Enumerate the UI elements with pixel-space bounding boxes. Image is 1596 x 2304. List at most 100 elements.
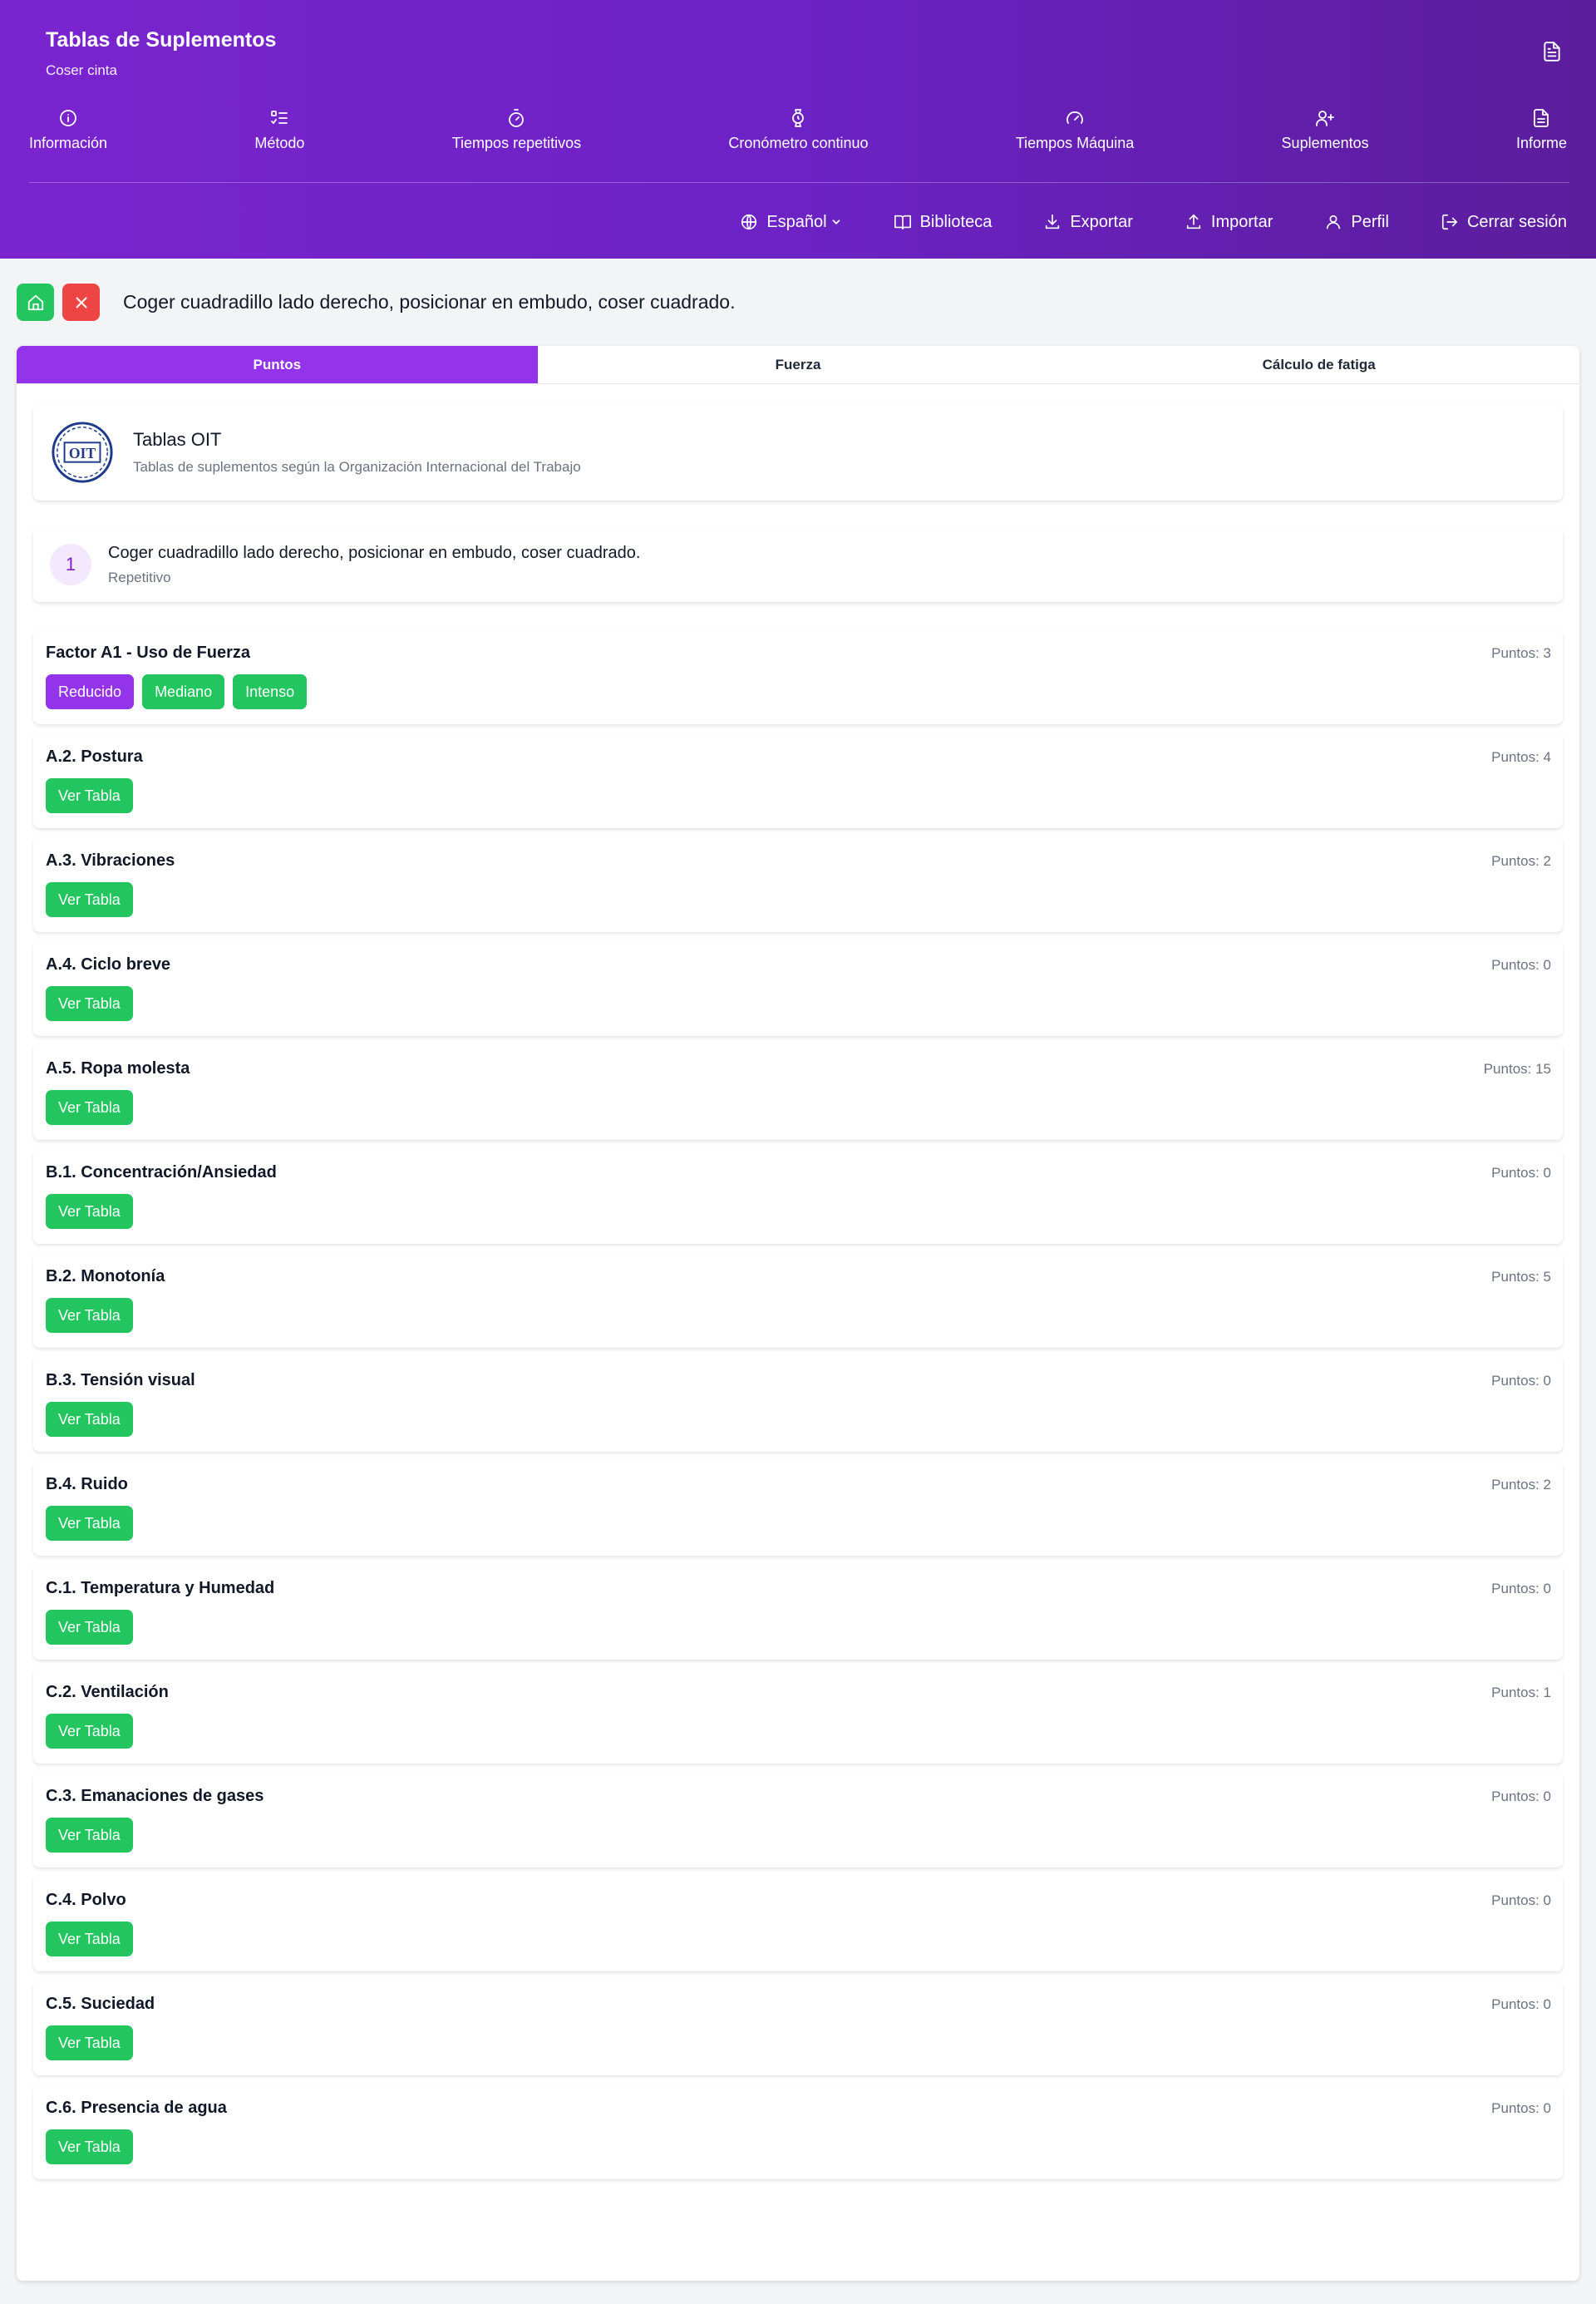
force-options: Reducido Mediano Intenso [46, 674, 1563, 709]
factor-name: C.6. Presencia de agua [46, 2099, 227, 2117]
oit-card: OIT Tablas OIT Tablas de suplementos seg… [33, 404, 1563, 501]
option-reducido-button[interactable]: Reducido [46, 674, 135, 709]
header-divider [29, 182, 1569, 183]
factor-points: Puntos: 0 [1491, 1165, 1551, 1181]
import-label: Importar [1210, 212, 1273, 231]
close-button[interactable] [62, 284, 100, 321]
export-button[interactable]: Exportar [1043, 213, 1133, 232]
nav-suplementos[interactable]: Suplementos [1282, 108, 1369, 158]
nav-label: Suplementos [1281, 135, 1369, 151]
factor-card-a4: A.4. Ciclo breve Puntos: 0 Ver Tabla [33, 940, 1563, 1036]
gauge-icon [1066, 111, 1083, 124]
nav-tiempos-repetitivos[interactable]: Tiempos repetitivos [452, 108, 581, 158]
timer-icon [509, 109, 525, 127]
nav-informe[interactable]: Informe [1516, 108, 1567, 158]
library-button[interactable]: Biblioteca [894, 212, 993, 232]
factor-points: Puntos: 2 [1491, 1477, 1551, 1492]
oit-title: Tablas OIT [133, 429, 222, 450]
tab-fuerza[interactable]: Fuerza [538, 346, 1059, 383]
document-icon [1534, 109, 1549, 127]
ver-tabla-button[interactable]: Ver Tabla [46, 1506, 133, 1541]
factor-name: A.4. Ciclo breve [46, 955, 171, 974]
app-header: Tablas de Suplementos Coser cinta Inform… [0, 0, 1596, 259]
chevron-down-icon [832, 220, 840, 224]
language-selector[interactable]: Español [740, 213, 841, 232]
ver-tabla-button[interactable]: Ver Tabla [46, 2129, 133, 2164]
logout-button[interactable]: Cerrar sesión [1441, 213, 1567, 232]
factor-name: C.1. Temperatura y Humedad [46, 1579, 275, 1597]
task-card-name: Coger cuadradillo lado derecho, posicion… [108, 543, 641, 562]
option-mediano-button[interactable]: Mediano [142, 674, 225, 709]
ver-tabla-button[interactable]: Ver Tabla [46, 1818, 133, 1853]
ver-tabla-button[interactable]: Ver Tabla [46, 1610, 133, 1645]
nav-label: Tiempos repetitivos [451, 135, 582, 151]
ver-tabla-button[interactable]: Ver Tabla [46, 2025, 133, 2060]
ver-tabla-button[interactable]: Ver Tabla [46, 1714, 133, 1749]
factor-name: B.2. Monotonía [46, 1267, 165, 1285]
nav-label: Tiempos Máquina [1015, 135, 1135, 151]
ver-tabla-button[interactable]: Ver Tabla [46, 1090, 133, 1125]
ver-tabla-button[interactable]: Ver Tabla [46, 778, 133, 813]
upload-icon [1186, 214, 1201, 229]
nav-label: Información [29, 135, 108, 151]
factor-card-a5: A.5. Ropa molesta Puntos: 15 Ver Tabla [33, 1044, 1563, 1140]
task-card-text: Coger cuadradillo lado derecho, posicion… [108, 544, 640, 586]
ver-tabla-button[interactable]: Ver Tabla [46, 1194, 133, 1229]
import-button[interactable]: Importar [1185, 213, 1273, 232]
factor-card-c4: C.4. Polvo Puntos: 0 Ver Tabla [33, 1876, 1563, 1971]
nav-metodo[interactable]: Método [254, 108, 304, 158]
factor-card-b1: B.1. Concentración/Ansiedad Puntos: 0 Ve… [33, 1148, 1563, 1244]
task-number-badge: 1 [50, 544, 91, 585]
nav-informacion[interactable]: Información [29, 108, 107, 158]
main-nav: Información Método Tiempos repetitivos C… [0, 108, 1596, 158]
factor-points: Puntos: 0 [1491, 1788, 1551, 1804]
oit-subtitle: Tablas de suplementos según la Organizac… [133, 459, 581, 475]
nav-cronometro-continuo[interactable]: Cronómetro continuo [728, 108, 869, 158]
factor-card-c5: C.5. Suciedad Puntos: 0 Ver Tabla [33, 1980, 1563, 2075]
factor-card-c1: C.1. Temperatura y Humedad Puntos: 0 Ver… [33, 1564, 1563, 1660]
factor-points: Puntos: 0 [1491, 1373, 1551, 1389]
home-button[interactable] [17, 284, 54, 321]
factor-points: Puntos: 0 [1491, 957, 1551, 973]
factor-points: Puntos: 4 [1491, 749, 1551, 765]
language-label: Español [766, 212, 827, 231]
nav-label: Cronómetro continuo [728, 135, 869, 151]
tab-bar: Puntos Fuerza Cálculo de fatiga [17, 346, 1579, 384]
ver-tabla-button[interactable]: Ver Tabla [46, 1922, 133, 1956]
factor-name: B.4. Ruido [46, 1475, 128, 1493]
factor-points: Puntos: 2 [1491, 853, 1551, 869]
book-icon [894, 215, 911, 230]
factor-card-c2: C.2. Ventilación Puntos: 1 Ver Tabla [33, 1668, 1563, 1764]
tab-puntos[interactable]: Puntos [17, 346, 538, 383]
factor-name: A.5. Ropa molesta [46, 1059, 190, 1078]
ver-tabla-button[interactable]: Ver Tabla [46, 1402, 133, 1437]
tab-calculo-fatiga[interactable]: Cálculo de fatiga [1058, 346, 1579, 383]
document-icon[interactable] [1541, 40, 1563, 63]
export-label: Exportar [1070, 212, 1133, 231]
header-actions: Español Biblioteca Exportar Importar Per… [740, 208, 1567, 236]
factor-points: Puntos: 0 [1491, 2100, 1551, 2116]
factor-name: C.2. Ventilación [46, 1683, 169, 1701]
factor-name: A.3. Vibraciones [46, 851, 175, 870]
list-check-icon [271, 111, 288, 125]
library-label: Biblioteca [919, 212, 993, 231]
ver-tabla-button[interactable]: Ver Tabla [46, 882, 133, 917]
oit-text: Tablas OIT Tablas de suplementos según l… [133, 429, 581, 476]
ver-tabla-button[interactable]: Ver Tabla [46, 986, 133, 1021]
watch-icon [792, 109, 805, 127]
supplements-panel: Puntos Fuerza Cálculo de fatiga OIT Tabl… [17, 346, 1579, 2281]
factor-points: Puntos: 0 [1491, 1581, 1551, 1596]
factor-card-a2: A.2. Postura Puntos: 4 Ver Tabla [33, 733, 1563, 828]
profile-button[interactable]: Perfil [1324, 213, 1389, 232]
factor-name: B.1. Concentración/Ansiedad [46, 1163, 277, 1182]
logout-label: Cerrar sesión [1466, 212, 1567, 231]
info-icon [60, 110, 76, 126]
option-intenso-button[interactable]: Intenso [233, 674, 308, 709]
factor-list: Factor A1 - Uso de Fuerza Puntos: 3 Redu… [33, 629, 1563, 2188]
factor-name: C.3. Emanaciones de gases [46, 1787, 264, 1805]
nav-tiempos-maquina[interactable]: Tiempos Máquina [1016, 108, 1134, 158]
app-subtitle: Coser cinta [46, 62, 117, 78]
ver-tabla-button[interactable]: Ver Tabla [46, 1298, 133, 1333]
factor-name: C.5. Suciedad [46, 1995, 155, 2013]
factor-points: Puntos: 15 [1483, 1061, 1551, 1077]
